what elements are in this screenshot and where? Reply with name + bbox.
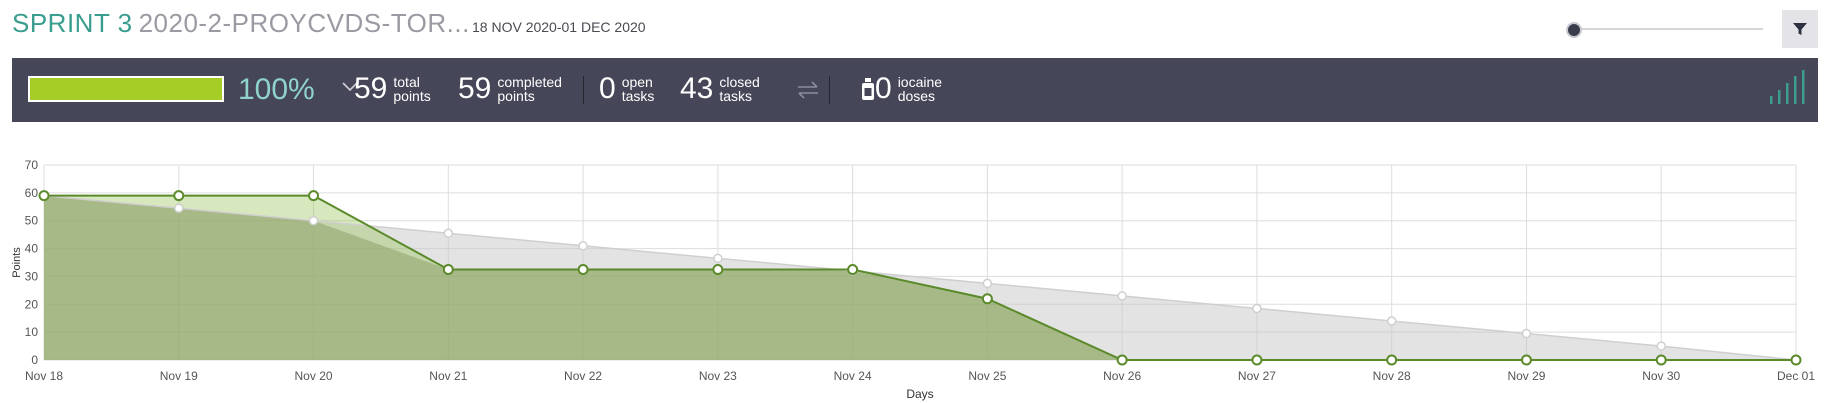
iocaine-value: 0 [875,72,892,105]
x-tick-label: Nov 23 [699,369,737,383]
total-points-stat: 59 total points [354,74,431,104]
ideal-point [308,215,319,226]
actual-point [1251,354,1263,366]
progress-percent: 100% [238,73,315,106]
filter-button[interactable] [1782,10,1818,48]
actual-point [981,293,993,305]
y-tick-label: 20 [25,297,39,311]
x-tick-label: Nov 20 [295,369,333,383]
actual-point [847,263,859,275]
x-tick-label: Nov 29 [1507,369,1545,383]
x-tick-label: Nov 18 [25,369,63,383]
closed-tasks-label: closed tasks [719,74,760,104]
y-tick-label: 50 [25,214,39,228]
actual-point [308,190,320,202]
ideal-point [1386,316,1397,326]
closed-tasks-value: 43 [680,72,714,105]
actual-point [1116,354,1128,366]
x-tick-label: Nov 27 [1238,369,1276,383]
x-tick-label: Nov 28 [1373,369,1411,383]
signal-bars-icon[interactable] [1769,70,1805,104]
iocaine-stat: 0 iocaine doses [875,74,942,104]
actual-point [1520,354,1532,366]
y-tick-label: 40 [25,242,39,256]
ideal-point [982,278,993,289]
open-tasks-stat: 0 open tasks [599,74,654,104]
project-name[interactable]: 2020-2-PROYCVDS-TOR... [139,8,470,38]
potion-bottle-icon [862,78,874,100]
x-tick-label: Dec 01 [1777,369,1815,383]
x-tick-label: Nov 26 [1103,369,1141,383]
y-tick-label: 0 [31,353,38,367]
y-tick-label: 60 [25,186,39,200]
open-tasks-label: open tasks [621,74,655,104]
progress-bar [28,76,224,102]
y-tick-label: 30 [25,269,39,283]
open-tasks-value: 0 [599,72,616,105]
x-axis-label: Days [906,387,933,401]
ideal-point [174,203,184,213]
x-tick-label: Nov 24 [834,369,872,383]
y-tick-label: 70 [25,158,39,172]
closed-tasks-stat: 43 closed tasks [680,74,760,104]
x-tick-label: Nov 30 [1642,369,1680,383]
divider [829,76,830,104]
completed-points-value: 59 [458,72,492,105]
y-tick-label: 10 [25,325,39,339]
ideal-point [1521,328,1532,339]
slider-handle[interactable] [1566,22,1582,38]
actual-point [442,263,454,275]
actual-point [712,263,724,275]
actual-point [1655,354,1667,366]
ideal-point [1656,341,1666,351]
sprint-dates: 18 NOV 2020-01 DEC 2020 [472,19,646,35]
ideal-point [713,253,723,264]
sprint-header: SPRINT 3 2020-2-PROYCVDS-TOR... 18 NOV 20… [0,0,1830,58]
x-tick-label: Nov 19 [160,369,198,383]
x-tick-label: Nov 25 [968,369,1006,383]
burndown-chart: 0 10 20 30 40 50 60 70 Nov 18 Nov 19 Nov 20 Nov 21 N… [11,158,1815,401]
divider [583,76,584,104]
zoom-slider[interactable] [1563,19,1763,39]
swap-arrows-icon[interactable] [796,80,820,100]
x-tick-label: Nov 21 [429,369,467,383]
sprint-summary-bar: 100% 59 total points 59 completed points 0… [12,58,1818,122]
slider-track[interactable] [1571,28,1763,30]
y-axis-label: Points [11,247,23,278]
actual-point [173,190,185,202]
completed-points-label: completed points [497,74,562,104]
x-tick-label: Nov 22 [564,369,602,383]
ideal-point [1252,303,1262,314]
completed-points-stat: 59 completed points [458,74,562,104]
progress-bar-fill [30,78,222,100]
ideal-point [1117,291,1127,301]
sprint-title: SPRINT 3 2020-2-PROYCVDS-TOR... [12,8,470,39]
sprint-name: SPRINT 3 [12,8,133,38]
actual-point [1386,354,1398,366]
actual-point [38,190,50,202]
actual-point [1790,354,1802,366]
ideal-point [578,241,588,251]
iocaine-label: iocaine doses [897,74,943,104]
actual-point [577,263,589,275]
ideal-point [443,228,454,238]
total-points-value: 59 [354,72,388,105]
total-points-label: total points [393,74,431,104]
filter-icon [1793,23,1807,35]
